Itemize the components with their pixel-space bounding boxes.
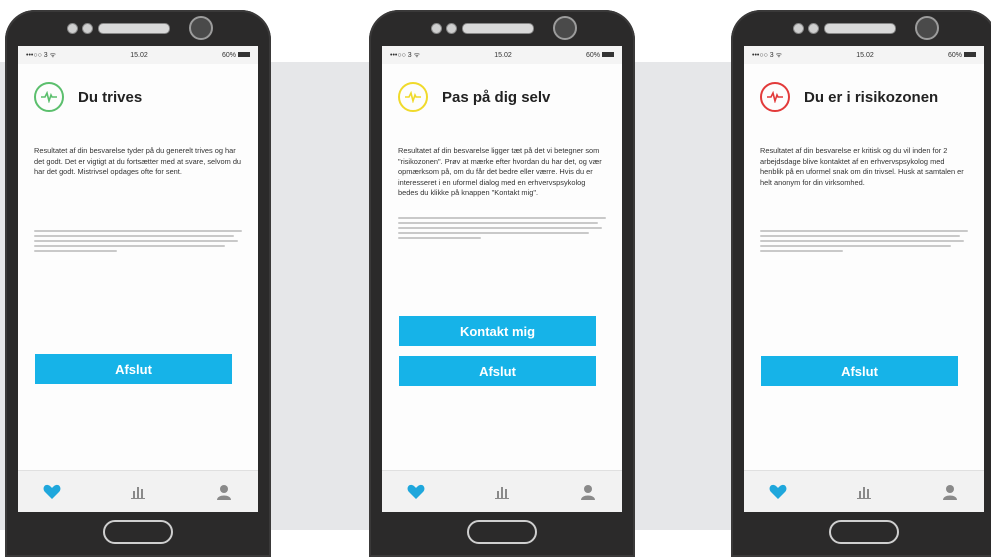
result-description: Resultatet af din besvarelse tyder på du… [34,146,242,176]
status-bar: •••○○ 3 ᯤ 15.02 60% [744,46,984,64]
carrier-signal: •••○○ 3 ᯤ [752,51,782,59]
tab-bar [382,470,622,512]
front-camera [915,16,939,40]
exit-button[interactable]: Afslut [35,354,232,384]
speaker-grille [462,23,534,34]
battery-indicator: 60% [222,52,250,59]
result-header: Du er i risikozonen [744,64,984,112]
front-camera [553,16,577,40]
clock: 15.02 [130,51,148,59]
sensor-dots [793,23,819,34]
clock: 15.02 [494,51,512,59]
phone-frame-1: •••○○ 3 ᯤ 15.02 60% Du trives Resultatet… [5,10,271,557]
fine-print [760,230,968,264]
home-button[interactable] [829,520,899,544]
result-description: Resultatet af din besvarelse er kritisk … [760,146,964,187]
battery-indicator: 60% [948,52,976,59]
phone-top-bar [731,10,991,46]
profile-icon[interactable] [212,480,236,504]
result-header: Du trives [18,64,258,112]
heartbeat-icon [760,82,790,112]
result-description: Resultatet af din besvarelse ligger tæt … [398,146,602,197]
sensor-dots [431,23,457,34]
heartbeat-icon [34,82,64,112]
carrier-signal: •••○○ 3 ᯤ [390,51,420,59]
exit-button[interactable]: Afslut [399,356,596,386]
exit-button[interactable]: Afslut [761,356,958,386]
contact-me-button[interactable]: Kontakt mig [399,316,596,346]
bar-chart-icon[interactable] [126,480,150,504]
status-bar: •••○○ 3 ᯤ 15.02 60% [18,46,258,64]
sensor-dots [67,23,93,34]
bar-chart-icon[interactable] [852,480,876,504]
home-button[interactable] [467,520,537,544]
front-camera [189,16,213,40]
result-header: Pas på dig selv [382,64,622,112]
heart-icon[interactable] [404,480,428,504]
battery-icon [602,52,614,58]
profile-icon[interactable] [576,480,600,504]
bar-chart-icon[interactable] [490,480,514,504]
battery-indicator: 60% [586,52,614,59]
result-title: Du trives [78,88,143,106]
screen: •••○○ 3 ᯤ 15.02 60% Du trives Resultatet… [18,46,258,512]
result-title: Pas på dig selv [442,88,551,106]
phone-top-bar [369,10,635,46]
fine-print [398,216,606,251]
tab-bar [744,470,984,512]
phone-frame-2: •••○○ 3 ᯤ 15.02 60% Pas på dig selv Resu… [369,10,635,557]
phone-top-bar [5,10,271,46]
speaker-grille [824,23,896,34]
home-button[interactable] [103,520,173,544]
heart-icon[interactable] [766,480,790,504]
fine-print [34,229,242,264]
result-title: Du er i risikozonen [804,88,939,106]
battery-icon [238,52,250,58]
heartbeat-icon [398,82,428,112]
tab-bar [18,470,258,512]
carrier-signal: •••○○ 3 ᯤ [26,51,56,59]
screen: •••○○ 3 ᯤ 15.02 60% Du er i risikozonen … [744,46,984,512]
screen: •••○○ 3 ᯤ 15.02 60% Pas på dig selv Resu… [382,46,622,512]
battery-icon [964,52,976,58]
profile-icon[interactable] [938,480,962,504]
phone-frame-3: •••○○ 3 ᯤ 15.02 60% Du er i risikozonen … [731,10,991,557]
heart-icon[interactable] [40,480,64,504]
clock: 15.02 [856,51,874,59]
speaker-grille [98,23,170,34]
status-bar: •••○○ 3 ᯤ 15.02 60% [382,46,622,64]
